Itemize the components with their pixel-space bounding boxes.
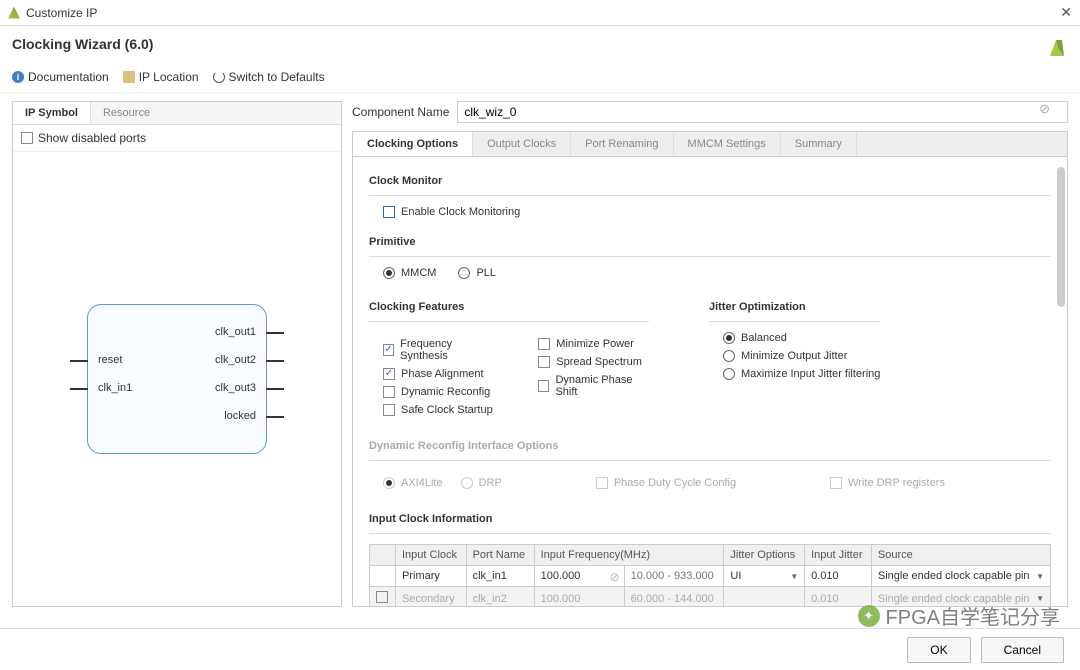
chevron-down-icon: ▼ <box>1036 594 1044 603</box>
ip-location-link[interactable]: IP Location <box>123 70 199 84</box>
tab-clocking-options[interactable]: Clocking Options <box>353 132 473 156</box>
dynamic-phase-shift-checkbox[interactable] <box>538 380 549 392</box>
tab-port-renaming[interactable]: Port Renaming <box>571 132 673 156</box>
component-name-input[interactable] <box>457 101 1068 123</box>
table-row[interactable]: Primary clk_in1 100.000⊘ 10.000 - 933.00… <box>370 566 1051 587</box>
documentation-link[interactable]: iDocumentation <box>12 70 109 84</box>
tab-output-clocks[interactable]: Output Clocks <box>473 132 571 156</box>
ip-symbol-panel: IP Symbol Resource Show disabled ports r… <box>12 101 342 607</box>
config-panel: Component Name ⊘ Clocking Options Output… <box>352 101 1068 607</box>
cancel-button[interactable]: Cancel <box>981 637 1064 663</box>
clear-icon[interactable]: ⊘ <box>1039 101 1050 117</box>
input-clock-table: Input Clock Port Name Input Frequency(MH… <box>369 544 1051 607</box>
chevron-down-icon: ▼ <box>790 572 798 581</box>
phase-duty-checkbox <box>596 477 608 489</box>
folder-icon <box>123 71 135 83</box>
spread-spectrum-checkbox[interactable] <box>538 356 550 368</box>
ok-button[interactable]: OK <box>907 637 970 663</box>
jitter-max-input-radio[interactable] <box>723 368 735 380</box>
safe-clock-startup-checkbox[interactable] <box>383 404 395 416</box>
header: Clocking Wizard (6.0) <box>0 26 1080 66</box>
switch-defaults-link[interactable]: Switch to Defaults <box>213 70 325 84</box>
jitter-balanced-radio[interactable] <box>723 332 735 344</box>
primitive-mmcm-radio[interactable] <box>383 267 395 279</box>
left-tabs: IP Symbol Resource <box>13 102 341 125</box>
secondary-enable-checkbox[interactable] <box>376 591 388 603</box>
section-input-clock-info: Input Clock Information <box>369 513 1051 525</box>
enable-clock-monitoring-checkbox[interactable] <box>383 206 395 218</box>
show-disabled-ports-checkbox[interactable] <box>21 132 33 144</box>
ip-block: reset clk_in1 clk_out1 clk_out2 clk_out3… <box>87 304 267 454</box>
section-clocking-features: Clocking Features <box>369 301 649 313</box>
dynamic-reconfig-checkbox[interactable] <box>383 386 395 398</box>
chevron-down-icon: ▼ <box>1036 572 1044 581</box>
table-row: Secondary clk_in2 100.000 60.000 - 144.0… <box>370 587 1051 608</box>
minimize-power-checkbox[interactable] <box>538 338 550 350</box>
app-icon <box>8 7 20 19</box>
page-title: Clocking Wizard (6.0) <box>12 36 153 52</box>
section-dyn-reconfig-if: Dynamic Reconfig Interface Options <box>369 440 1051 452</box>
port-clk-out2: clk_out2 <box>215 354 256 366</box>
section-primitive: Primitive <box>369 236 1051 248</box>
section-clock-monitor: Clock Monitor <box>369 175 1051 187</box>
primitive-pll-radio[interactable] <box>458 267 470 279</box>
reload-icon <box>213 71 225 83</box>
freq-synthesis-checkbox[interactable] <box>383 344 394 356</box>
symbol-canvas: reset clk_in1 clk_out1 clk_out2 clk_out3… <box>13 152 341 606</box>
vendor-logo-icon <box>1044 36 1068 60</box>
tab-ip-symbol[interactable]: IP Symbol <box>13 102 91 124</box>
close-icon[interactable]: ✕ <box>1060 4 1072 21</box>
tab-summary[interactable]: Summary <box>781 132 857 156</box>
source-select[interactable]: Single ended clock capable pin▼ <box>878 570 1044 582</box>
port-clk-out1: clk_out1 <box>215 326 256 338</box>
write-drp-checkbox <box>830 477 842 489</box>
tab-resource[interactable]: Resource <box>91 102 162 124</box>
axi4lite-radio <box>383 477 395 489</box>
clear-icon[interactable]: ⊘ <box>610 570 620 584</box>
window-title: Customize IP <box>26 6 97 20</box>
title-bar: Customize IP ✕ <box>0 0 1080 26</box>
port-reset: reset <box>98 354 122 366</box>
dialog-footer: OK Cancel <box>0 628 1080 670</box>
drp-radio <box>461 477 473 489</box>
info-icon: i <box>12 71 24 83</box>
component-name-label: Component Name <box>352 105 449 119</box>
port-locked: locked <box>224 410 256 422</box>
scrollbar[interactable] <box>1057 167 1065 307</box>
section-jitter-opt: Jitter Optimization <box>709 301 880 313</box>
port-clk-out3: clk_out3 <box>215 382 256 394</box>
show-disabled-ports-label: Show disabled ports <box>38 131 146 145</box>
config-tabs: Clocking Options Output Clocks Port Rena… <box>352 131 1068 157</box>
toolbar: iDocumentation IP Location Switch to Def… <box>0 66 1080 93</box>
options-scroll[interactable]: Clock Monitor Enable Clock Monitoring Pr… <box>352 157 1068 607</box>
tab-mmcm-settings[interactable]: MMCM Settings <box>674 132 781 156</box>
jitter-min-output-radio[interactable] <box>723 350 735 362</box>
phase-alignment-checkbox[interactable] <box>383 368 395 380</box>
port-clk-in1: clk_in1 <box>98 382 132 394</box>
jitter-options-select[interactable]: UI▼ <box>730 570 798 582</box>
